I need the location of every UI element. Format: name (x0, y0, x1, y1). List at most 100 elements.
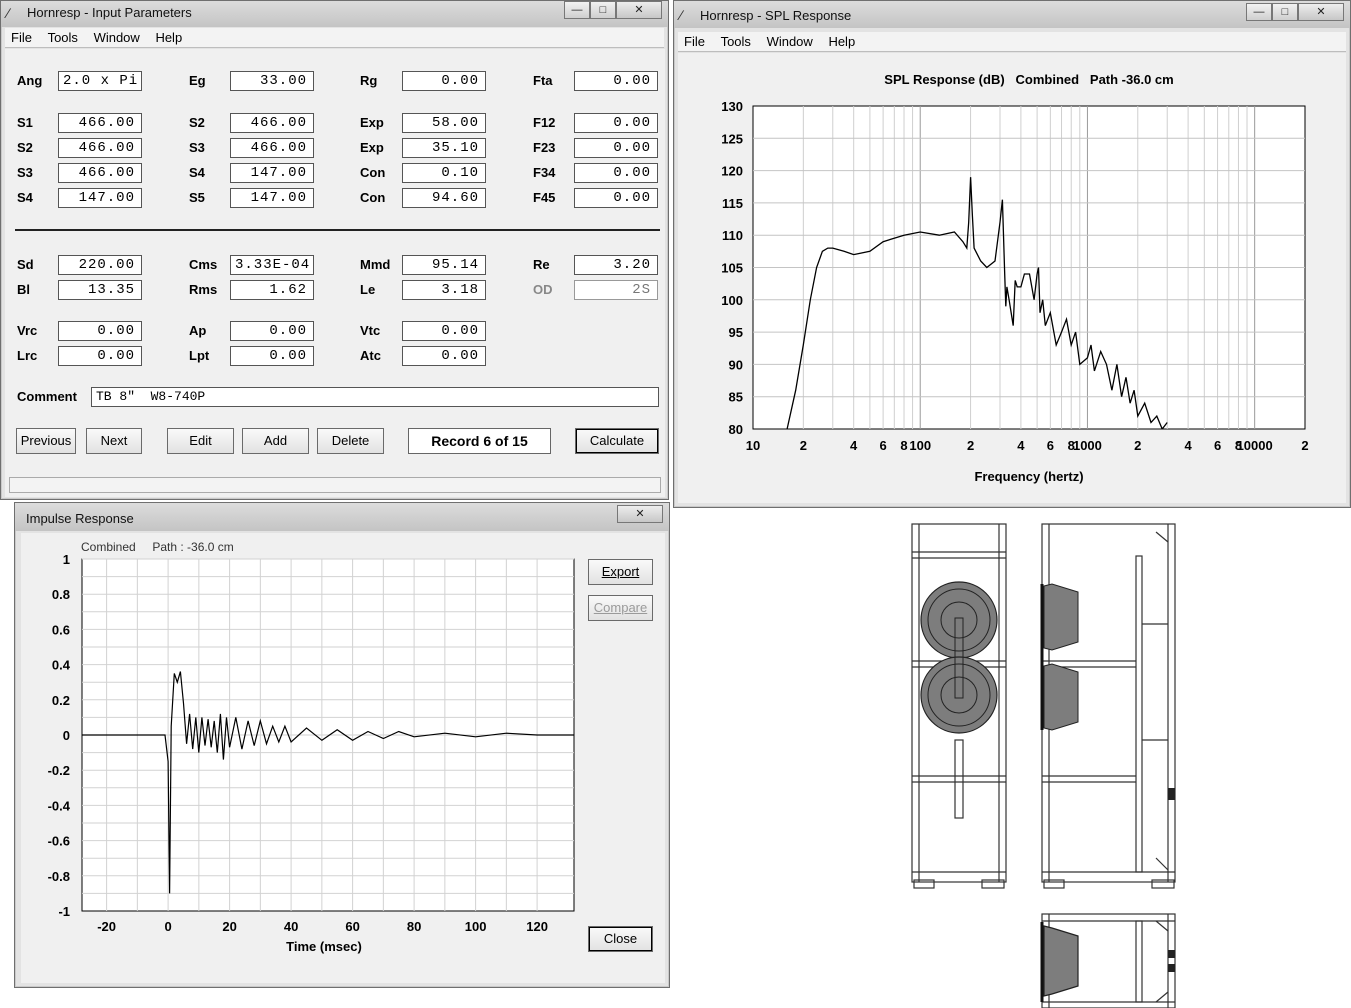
spl-ytick-label: 105 (721, 261, 743, 276)
param-field-f34[interactable]: 0.00 (574, 163, 658, 183)
param-field-s1[interactable]: 466.00 (58, 113, 142, 133)
menu-file[interactable]: File (5, 28, 38, 45)
param-field-ang[interactable]: 2.0 x Pi (58, 71, 142, 91)
input-window-title: Hornresp - Input Parameters (27, 5, 192, 20)
minimize-button[interactable]: — (564, 1, 590, 19)
param-field-rg[interactable]: 0.00 (402, 71, 486, 91)
close-window-button[interactable]: ✕ (617, 505, 663, 523)
param-field-bl[interactable]: 13.35 (58, 280, 142, 300)
impulse-x-axis-label: Time (msec) (286, 939, 362, 954)
spl-chart: 1301251201151101051009590858010 2 4 6 8 100 2 4… (721, 72, 1308, 484)
param-field-ap[interactable]: 0.00 (230, 321, 314, 341)
param-field-con[interactable]: 0.10 (402, 163, 486, 183)
impulse-window-titlebar[interactable]: Impulse Response ✕ (15, 503, 669, 531)
close-window-button[interactable]: ✕ (616, 1, 662, 19)
input-window-titlebar[interactable]: ∕ Hornresp - Input Parameters — □ ✕ (1, 1, 668, 27)
param-label-ap: Ap (189, 323, 207, 338)
param-field-exp[interactable]: 58.00 (402, 113, 486, 133)
param-field-exp[interactable]: 35.10 (402, 138, 486, 158)
close-window-button[interactable]: ✕ (1298, 3, 1344, 21)
param-field-od[interactable]: 2S (574, 280, 658, 300)
spl-response-window: ∕ Hornresp - SPL Response — □ ✕ File Too… (673, 0, 1351, 508)
previous-button[interactable]: Previous (16, 428, 76, 454)
impulse-ytick-label: 0.2 (52, 693, 70, 708)
param-field-f23[interactable]: 0.00 (574, 138, 658, 158)
param-field-fta[interactable]: 0.00 (574, 71, 658, 91)
param-field-vtc[interactable]: 0.00 (402, 321, 486, 341)
maximize-button[interactable]: □ (590, 1, 616, 19)
spl-xtick-label: 4 (1017, 438, 1025, 453)
spl-xtick-label: 2 (1301, 438, 1308, 453)
menu-help[interactable]: Help (149, 28, 188, 45)
export-button[interactable]: Export (588, 559, 653, 585)
param-field-s2[interactable]: 466.00 (58, 138, 142, 158)
param-label-vrc: Vrc (17, 323, 38, 338)
impulse-plot-panel: 1 0.8 0.6 0.4 0.2 0 -0.2 -0.4 -0.6 -0.8 -1 -20 0 20 40… (21, 533, 665, 983)
spl-plot-title: SPL Response (dB) Combined Path -36.0 cm (884, 72, 1173, 87)
param-label-lpt: Lpt (189, 348, 210, 363)
param-label-fta: Fta (533, 73, 553, 88)
compare-button[interactable]: Compare (588, 595, 653, 621)
spl-xtick-label: 100 (909, 438, 931, 453)
param-field-vrc[interactable]: 0.00 (58, 321, 142, 341)
param-field-s5[interactable]: 147.00 (230, 188, 314, 208)
param-field-s4[interactable]: 147.00 (58, 188, 142, 208)
spl-xtick-label: 2 (800, 438, 807, 453)
menu-file[interactable]: File (678, 32, 711, 49)
param-label-f12: F12 (533, 115, 556, 130)
next-button[interactable]: Next (86, 428, 142, 454)
add-button[interactable]: Add (242, 428, 309, 454)
param-label-lrc: Lrc (17, 348, 38, 363)
spl-plot-panel: 130 125 120 115 110 105 100 95 90 85 80 10 2 4 6 8 100 2 4… (678, 53, 1346, 503)
param-field-eg[interactable]: 33.00 (230, 71, 314, 91)
param-field-lrc[interactable]: 0.00 (58, 346, 142, 366)
calculate-button-label: Calculate (589, 433, 645, 448)
spl-window-titlebar[interactable]: ∕ Hornresp - SPL Response — □ ✕ (674, 1, 1350, 28)
param-field-rms[interactable]: 1.62 (230, 280, 314, 300)
menu-tools[interactable]: Tools (715, 32, 757, 49)
param-field-f45[interactable]: 0.00 (574, 188, 658, 208)
param-field-s2[interactable]: 466.00 (230, 113, 314, 133)
param-field-atc[interactable]: 0.00 (402, 346, 486, 366)
param-field-f12[interactable]: 0.00 (574, 113, 658, 133)
calculate-button[interactable]: Calculate (575, 428, 659, 454)
spl-xtick-label: 6 (1214, 438, 1221, 453)
param-field-lpt[interactable]: 0.00 (230, 346, 314, 366)
menu-help[interactable]: Help (822, 32, 861, 49)
param-field-mmd[interactable]: 95.14 (402, 255, 486, 275)
spl-xtick-label: 2 (1134, 438, 1141, 453)
edit-button[interactable]: Edit (167, 428, 234, 454)
param-field-con[interactable]: 94.60 (402, 188, 486, 208)
param-field-le[interactable]: 3.18 (402, 280, 486, 300)
param-field-s3[interactable]: 466.00 (58, 163, 142, 183)
param-field-re[interactable]: 3.20 (574, 255, 658, 275)
spl-xtick-label: 10 (746, 438, 760, 453)
param-label-le: Le (360, 282, 376, 297)
param-label-s2: S2 (189, 115, 205, 130)
menu-tools[interactable]: Tools (42, 28, 84, 45)
top-view (1040, 913, 1176, 1008)
spl-ytick-label: 130 (721, 99, 743, 114)
param-field-cms[interactable]: 3.33E-04 (230, 255, 314, 275)
param-label-f23: F23 (533, 140, 556, 155)
menu-window[interactable]: Window (761, 32, 819, 49)
param-field-sd[interactable]: 220.00 (58, 255, 142, 275)
comment-field[interactable]: TB 8" W8-740P (91, 387, 659, 407)
horn-enclosure-schematic (911, 523, 1176, 1008)
impulse-xtick-label: 100 (465, 919, 487, 934)
close-button[interactable]: Close (588, 926, 653, 952)
menu-window[interactable]: Window (88, 28, 146, 45)
spl-ytick-label: 110 (722, 228, 743, 243)
param-label-s4: S4 (189, 165, 205, 180)
param-field-s3[interactable]: 466.00 (230, 138, 314, 158)
export-button-label: Export (601, 564, 640, 579)
minimize-button[interactable]: — (1246, 3, 1272, 21)
param-field-s4[interactable]: 147.00 (230, 163, 314, 183)
delete-button[interactable]: Delete (317, 428, 384, 454)
impulse-chart: 1 0.8 0.6 0.4 0.2 0 -0.2 -0.4 -0.6 -0.8 -1 -20 0 20 40… (48, 540, 575, 954)
maximize-button[interactable]: □ (1272, 3, 1298, 21)
param-label-re: Re (533, 257, 550, 272)
spl-xtick-label: 6 (1047, 438, 1054, 453)
param-label-s3: S3 (17, 165, 33, 180)
spl-xtick-label: 4 (850, 438, 858, 453)
